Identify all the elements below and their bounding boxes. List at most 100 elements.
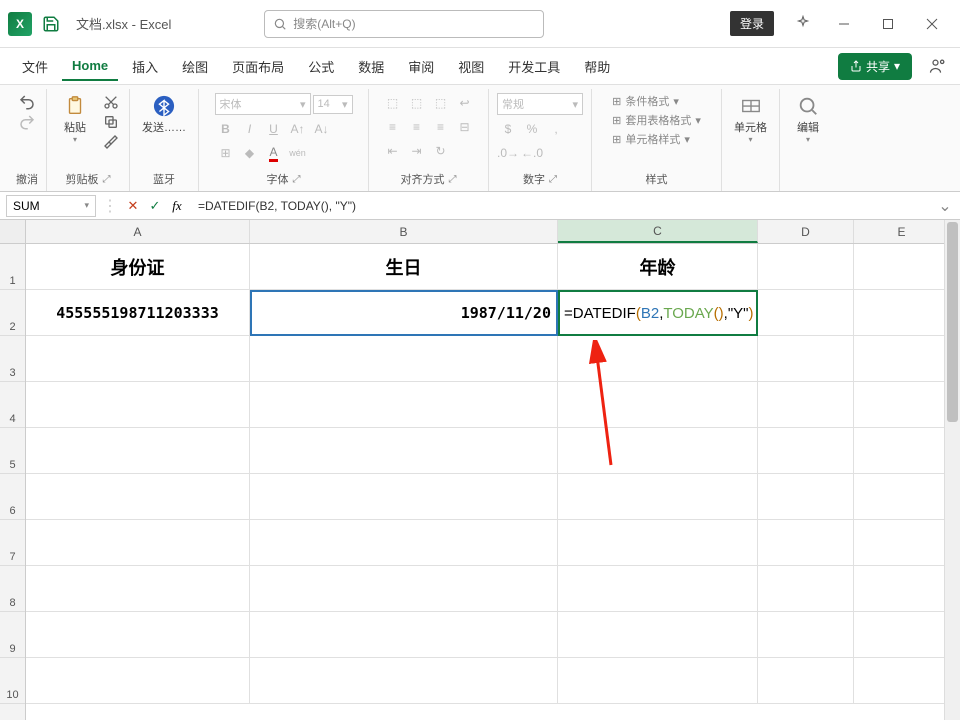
cell-C4[interactable]: [558, 382, 758, 427]
undo-button[interactable]: [17, 93, 37, 111]
tab-data[interactable]: 数据: [348, 51, 394, 82]
currency-button[interactable]: $: [497, 119, 519, 139]
cell-B2[interactable]: 1987/11/20: [250, 290, 558, 335]
cell-D8[interactable]: [758, 566, 854, 611]
row-header-7[interactable]: 7: [0, 520, 25, 566]
name-box[interactable]: SUM ▾: [6, 195, 96, 217]
cell-D2[interactable]: [758, 290, 854, 335]
dialog-launcher-icon[interactable]: ⤢: [449, 174, 457, 185]
cell-A8[interactable]: [26, 566, 250, 611]
cut-button[interactable]: [101, 93, 121, 111]
row-header-5[interactable]: 5: [0, 428, 25, 474]
align-bottom-button[interactable]: ⬚: [430, 93, 452, 113]
percent-button[interactable]: %: [521, 119, 543, 139]
row-header-10[interactable]: 10: [0, 658, 25, 704]
tab-insert[interactable]: 插入: [122, 51, 168, 82]
accept-formula-button[interactable]: ✓: [146, 197, 164, 215]
cell-D7[interactable]: [758, 520, 854, 565]
login-button[interactable]: 登录: [730, 11, 774, 36]
minimize-button[interactable]: [824, 9, 864, 39]
font-shrink-button[interactable]: A↓: [311, 119, 333, 139]
cell-B5[interactable]: [250, 428, 558, 473]
cell-E8[interactable]: [854, 566, 950, 611]
cell-E10[interactable]: [854, 658, 950, 703]
tab-file[interactable]: 文件: [12, 51, 58, 82]
cells-button[interactable]: 单元格 ▾: [730, 93, 771, 146]
align-center-button[interactable]: ≡: [406, 117, 428, 137]
cell-B4[interactable]: [250, 382, 558, 427]
font-name-select[interactable]: 宋体▾: [215, 93, 311, 115]
font-size-select[interactable]: 14▾: [313, 95, 353, 114]
save-icon[interactable]: [42, 15, 60, 33]
border-button[interactable]: ⊞: [215, 143, 237, 163]
indent-decrease-button[interactable]: ⇤: [382, 141, 404, 161]
collab-icon[interactable]: [928, 56, 948, 76]
tab-layout[interactable]: 页面布局: [222, 51, 294, 82]
cell-C10[interactable]: [558, 658, 758, 703]
row-header-8[interactable]: 8: [0, 566, 25, 612]
close-button[interactable]: [912, 9, 952, 39]
cell-A10[interactable]: [26, 658, 250, 703]
cell-D6[interactable]: [758, 474, 854, 519]
cell-E9[interactable]: [854, 612, 950, 657]
comma-button[interactable]: ,: [545, 119, 567, 139]
cell-A9[interactable]: [26, 612, 250, 657]
cell-B1[interactable]: 生日: [250, 244, 558, 289]
cell-C7[interactable]: [558, 520, 758, 565]
cell-C8[interactable]: [558, 566, 758, 611]
cell-B7[interactable]: [250, 520, 558, 565]
scrollbar-thumb[interactable]: [947, 222, 958, 422]
font-color-button[interactable]: A: [263, 143, 285, 163]
font-grow-button[interactable]: A↑: [287, 119, 309, 139]
dialog-launcher-icon[interactable]: ⤢: [549, 174, 557, 185]
col-header-E[interactable]: E: [854, 220, 950, 243]
redo-button[interactable]: [17, 113, 37, 131]
row-header-1[interactable]: 1: [0, 244, 25, 290]
conditional-format-button[interactable]: ⊞条件格式▾: [612, 93, 701, 109]
bluetooth-send-button[interactable]: 发送……: [138, 93, 190, 137]
cell-A2[interactable]: 455555198711203333: [26, 290, 250, 335]
col-header-B[interactable]: B: [250, 220, 558, 243]
cancel-formula-button[interactable]: ✕: [124, 197, 142, 215]
cell-E4[interactable]: [854, 382, 950, 427]
editing-button[interactable]: 编辑 ▾: [788, 93, 828, 146]
decrease-decimal-button[interactable]: ←.0: [521, 143, 543, 163]
bold-button[interactable]: B: [215, 119, 237, 139]
select-all-corner[interactable]: [0, 220, 25, 244]
cell-B10[interactable]: [250, 658, 558, 703]
cell-D9[interactable]: [758, 612, 854, 657]
cell-E6[interactable]: [854, 474, 950, 519]
active-cell-editor[interactable]: =DATEDIF(B2, TODAY(), "Y"): [558, 290, 758, 336]
cell-C3[interactable]: [558, 336, 758, 381]
expand-formula-bar-button[interactable]: ⌄: [936, 196, 954, 216]
fill-color-button[interactable]: ◆: [239, 143, 261, 163]
tab-home[interactable]: Home: [62, 52, 118, 81]
vertical-scrollbar[interactable]: [944, 220, 960, 720]
col-header-D[interactable]: D: [758, 220, 854, 243]
row-header-6[interactable]: 6: [0, 474, 25, 520]
cell-D3[interactable]: [758, 336, 854, 381]
cell-A3[interactable]: [26, 336, 250, 381]
cell-C1[interactable]: 年龄: [558, 244, 758, 289]
phonetic-button[interactable]: wén: [287, 143, 309, 163]
tab-review[interactable]: 审阅: [398, 51, 444, 82]
align-middle-button[interactable]: ⬚: [406, 93, 428, 113]
increase-decimal-button[interactable]: .0→: [497, 143, 519, 163]
cell-B3[interactable]: [250, 336, 558, 381]
formula-bar[interactable]: =DATEDIF(B2, TODAY(), "Y"): [192, 199, 930, 213]
cell-B9[interactable]: [250, 612, 558, 657]
cell-D4[interactable]: [758, 382, 854, 427]
fx-icon[interactable]: fx: [168, 197, 186, 215]
cell-A1[interactable]: 身份证: [26, 244, 250, 289]
cell-A5[interactable]: [26, 428, 250, 473]
tab-formulas[interactable]: 公式: [298, 51, 344, 82]
sparkle-icon[interactable]: [794, 15, 812, 33]
cell-D10[interactable]: [758, 658, 854, 703]
align-top-button[interactable]: ⬚: [382, 93, 404, 113]
tab-draw[interactable]: 绘图: [172, 51, 218, 82]
tab-view[interactable]: 视图: [448, 51, 494, 82]
cell-E2[interactable]: [854, 290, 950, 335]
table-format-button[interactable]: ⊞套用表格格式▾: [612, 112, 701, 128]
number-format-select[interactable]: 常规▾: [497, 93, 583, 115]
cell-style-button[interactable]: ⊞单元格样式▾: [612, 131, 701, 147]
